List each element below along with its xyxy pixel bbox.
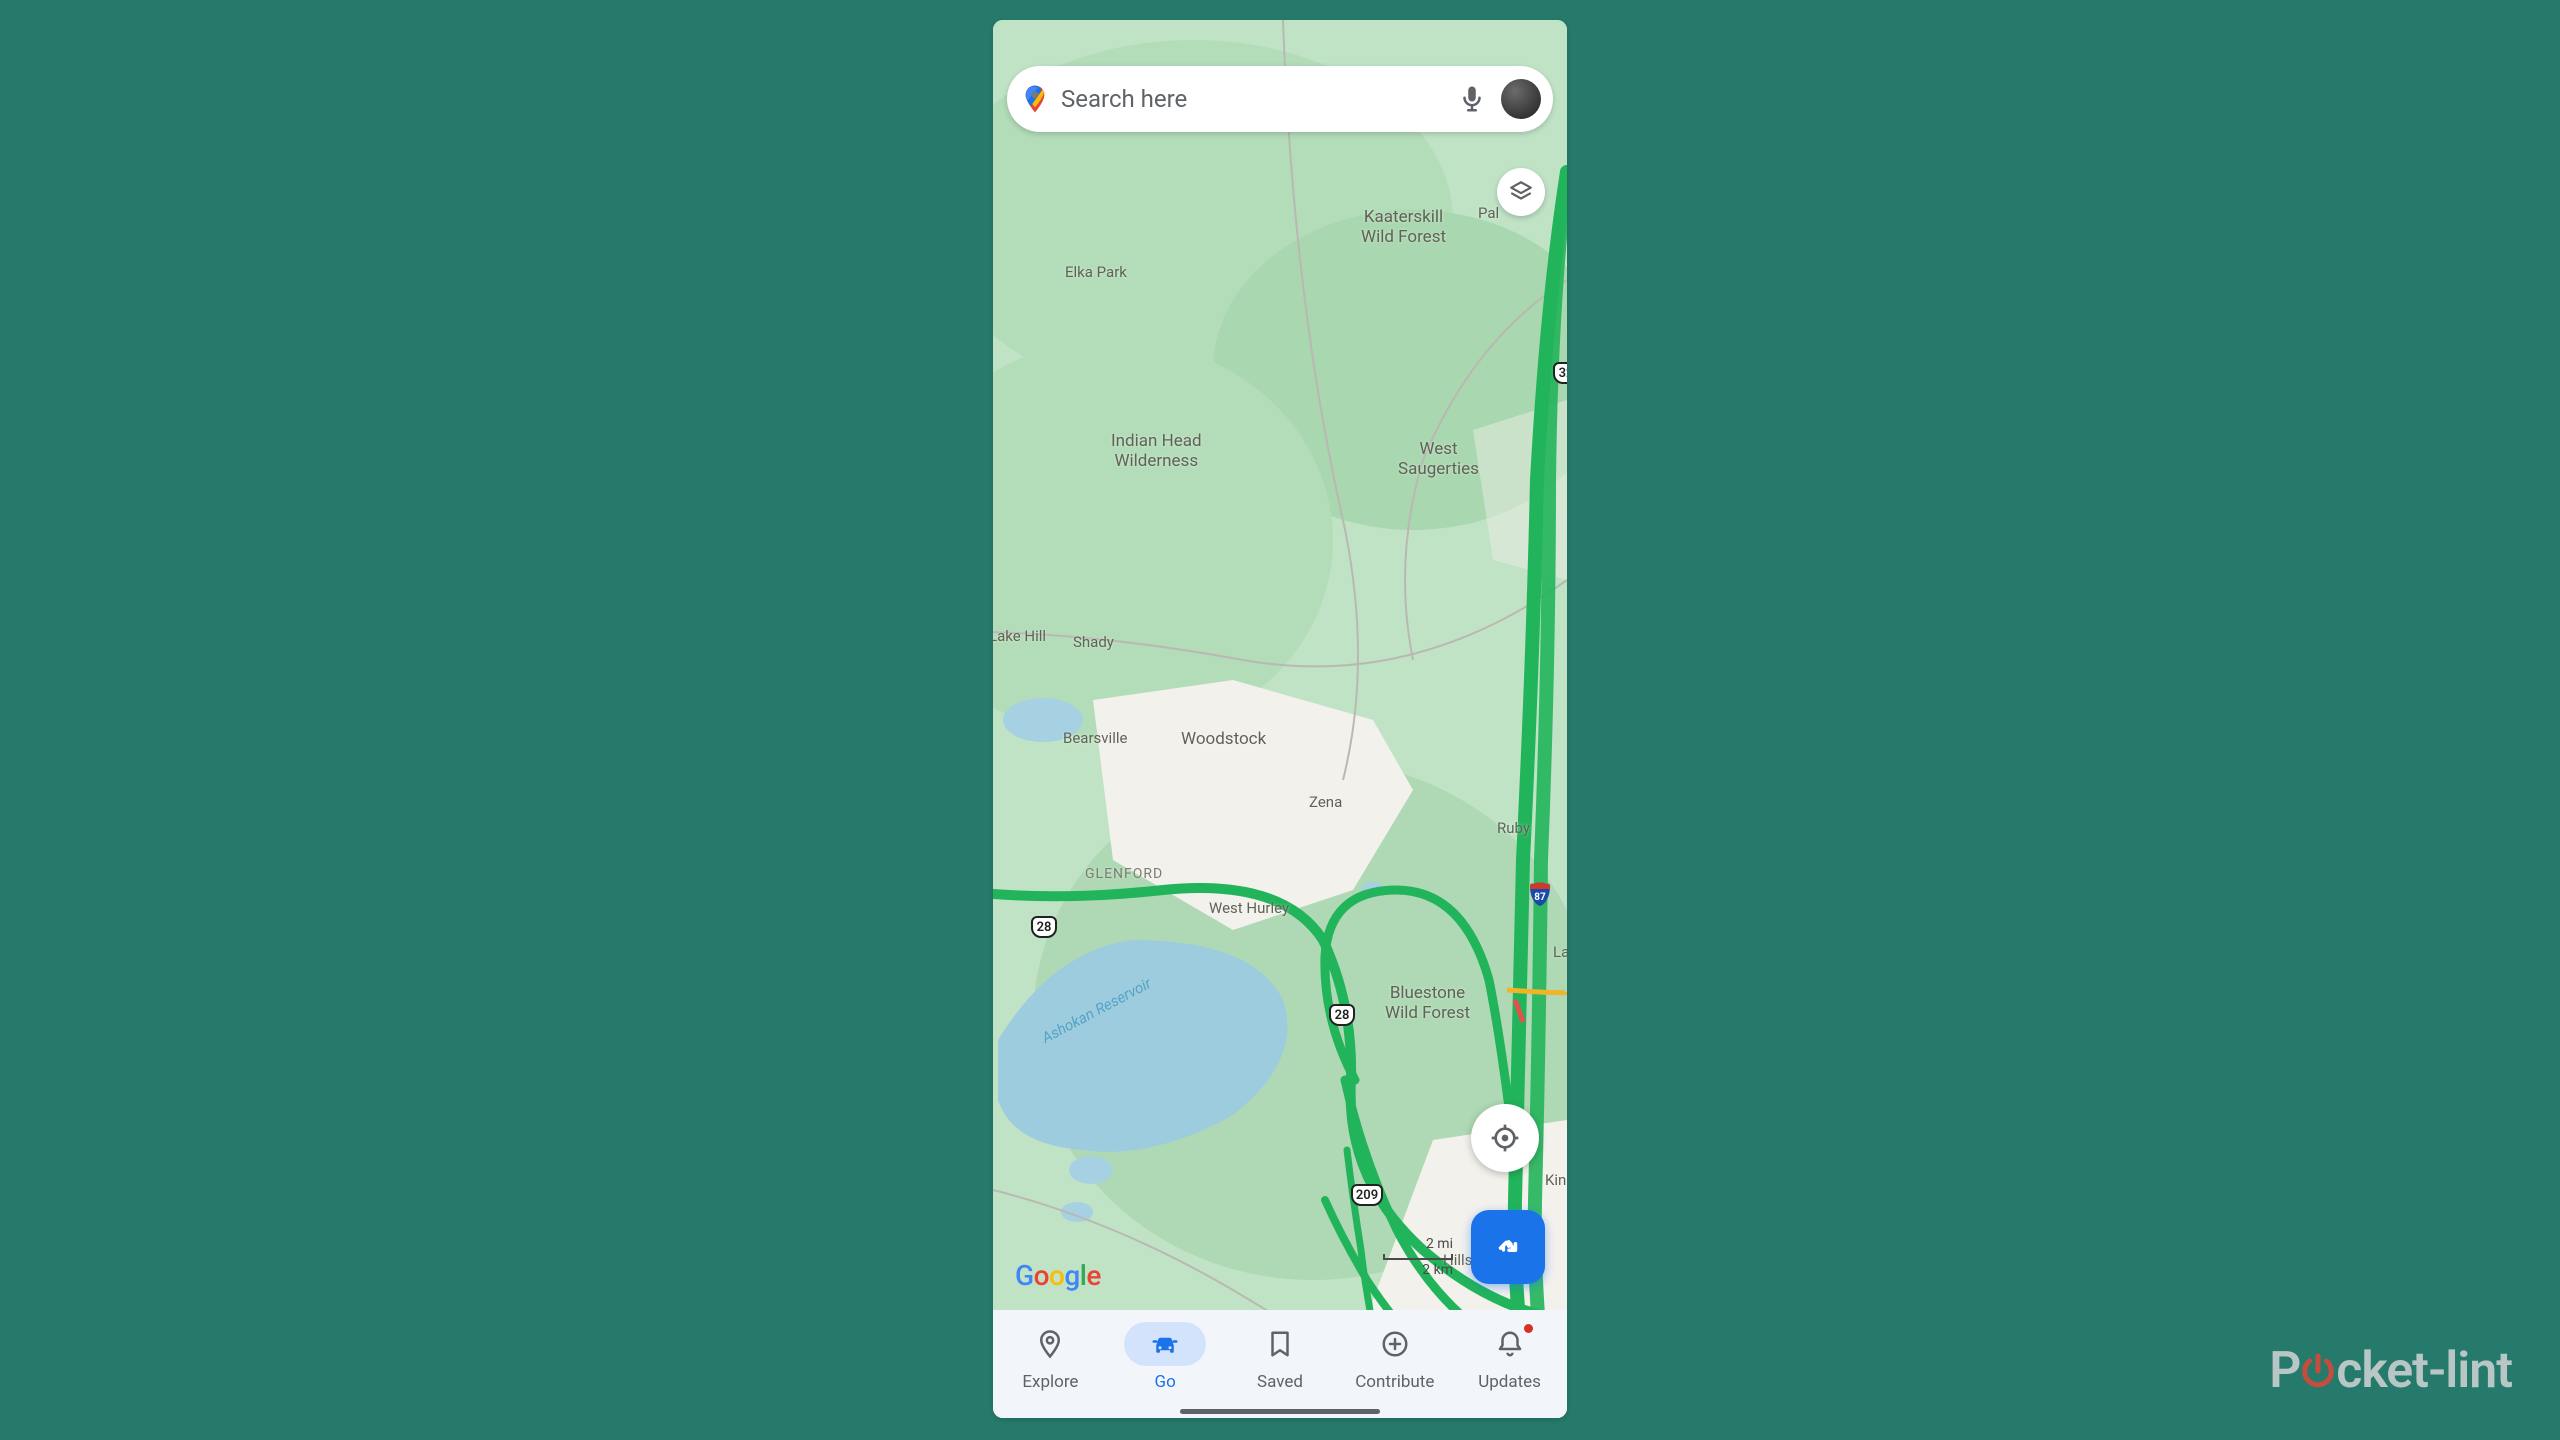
label-bluestone: BluestoneWild Forest: [1385, 984, 1470, 1023]
label-indian-head: Indian HeadWilderness: [1111, 432, 1202, 471]
nav-go[interactable]: Go: [1108, 1322, 1223, 1392]
bell-outline-icon: [1495, 1329, 1525, 1359]
map-canvas[interactable]: KaaterskillWild Forest Pal Elka Park Ind…: [993, 20, 1567, 1418]
bottom-nav: Explore Go Saved Contribute Updates: [993, 1310, 1567, 1418]
route-shield-28-a: 28: [1031, 916, 1057, 938]
map-scale: 2 mi 2 km: [1383, 1236, 1453, 1278]
label-king: King: [1545, 1172, 1567, 1189]
label-lake-hill: Lake Hill: [993, 628, 1046, 645]
label-west-saugerties: WestSaugerties: [1398, 440, 1479, 479]
map-svg: [993, 20, 1567, 1418]
maps-logo-icon: [1019, 83, 1051, 115]
label-shady: Shady: [1073, 634, 1114, 651]
route-shield-32: 32: [1553, 362, 1567, 384]
svg-text:87: 87: [1534, 892, 1546, 903]
layers-icon: [1508, 179, 1534, 205]
label-zena: Zena: [1309, 794, 1342, 811]
crosshair-icon: [1489, 1122, 1521, 1154]
bookmark-icon: [1265, 1329, 1295, 1359]
directions-button[interactable]: [1471, 1210, 1545, 1284]
directions-icon: [1490, 1229, 1526, 1265]
notification-badge: [1524, 1324, 1533, 1333]
google-attribution: Google: [1015, 1259, 1101, 1292]
pocket-lint-watermark: Pcket-lint: [2269, 1342, 2512, 1400]
label-woodstock: Woodstock: [1181, 730, 1266, 750]
home-indicator[interactable]: [1180, 1409, 1380, 1414]
search-placeholder: Search here: [1061, 85, 1457, 113]
nav-updates[interactable]: Updates: [1452, 1322, 1567, 1392]
car-icon: [1150, 1329, 1180, 1359]
my-location-button[interactable]: [1471, 1104, 1539, 1172]
layers-button[interactable]: [1497, 168, 1545, 216]
label-pal: Pal: [1478, 205, 1499, 222]
phone-frame: KaaterskillWild Forest Pal Elka Park Ind…: [993, 20, 1567, 1418]
label-bearsville: Bearsville: [1063, 730, 1127, 747]
plus-circle-icon: [1380, 1329, 1410, 1359]
profile-avatar[interactable]: [1501, 79, 1541, 119]
label-elka-park: Elka Park: [1065, 264, 1127, 281]
label-kaaterskill: KaaterskillWild Forest: [1361, 208, 1446, 247]
nav-saved[interactable]: Saved: [1223, 1322, 1338, 1392]
route-shield-28-b: 28: [1329, 1004, 1355, 1026]
route-shield-209: 209: [1351, 1184, 1383, 1206]
voice-search-icon[interactable]: [1457, 84, 1487, 114]
interstate-shield-87: 87: [1528, 882, 1552, 906]
nav-contribute[interactable]: Contribute: [1337, 1322, 1452, 1392]
label-la: La: [1553, 944, 1567, 961]
pin-icon: [1035, 1329, 1065, 1359]
label-west-hurley: West Hurley: [1209, 900, 1289, 917]
search-bar[interactable]: Search here: [1007, 66, 1553, 132]
power-icon: [2298, 1351, 2338, 1391]
nav-explore[interactable]: Explore: [993, 1322, 1108, 1392]
label-ruby: Ruby: [1497, 820, 1530, 837]
label-glenford: GLENFORD: [1085, 866, 1163, 882]
